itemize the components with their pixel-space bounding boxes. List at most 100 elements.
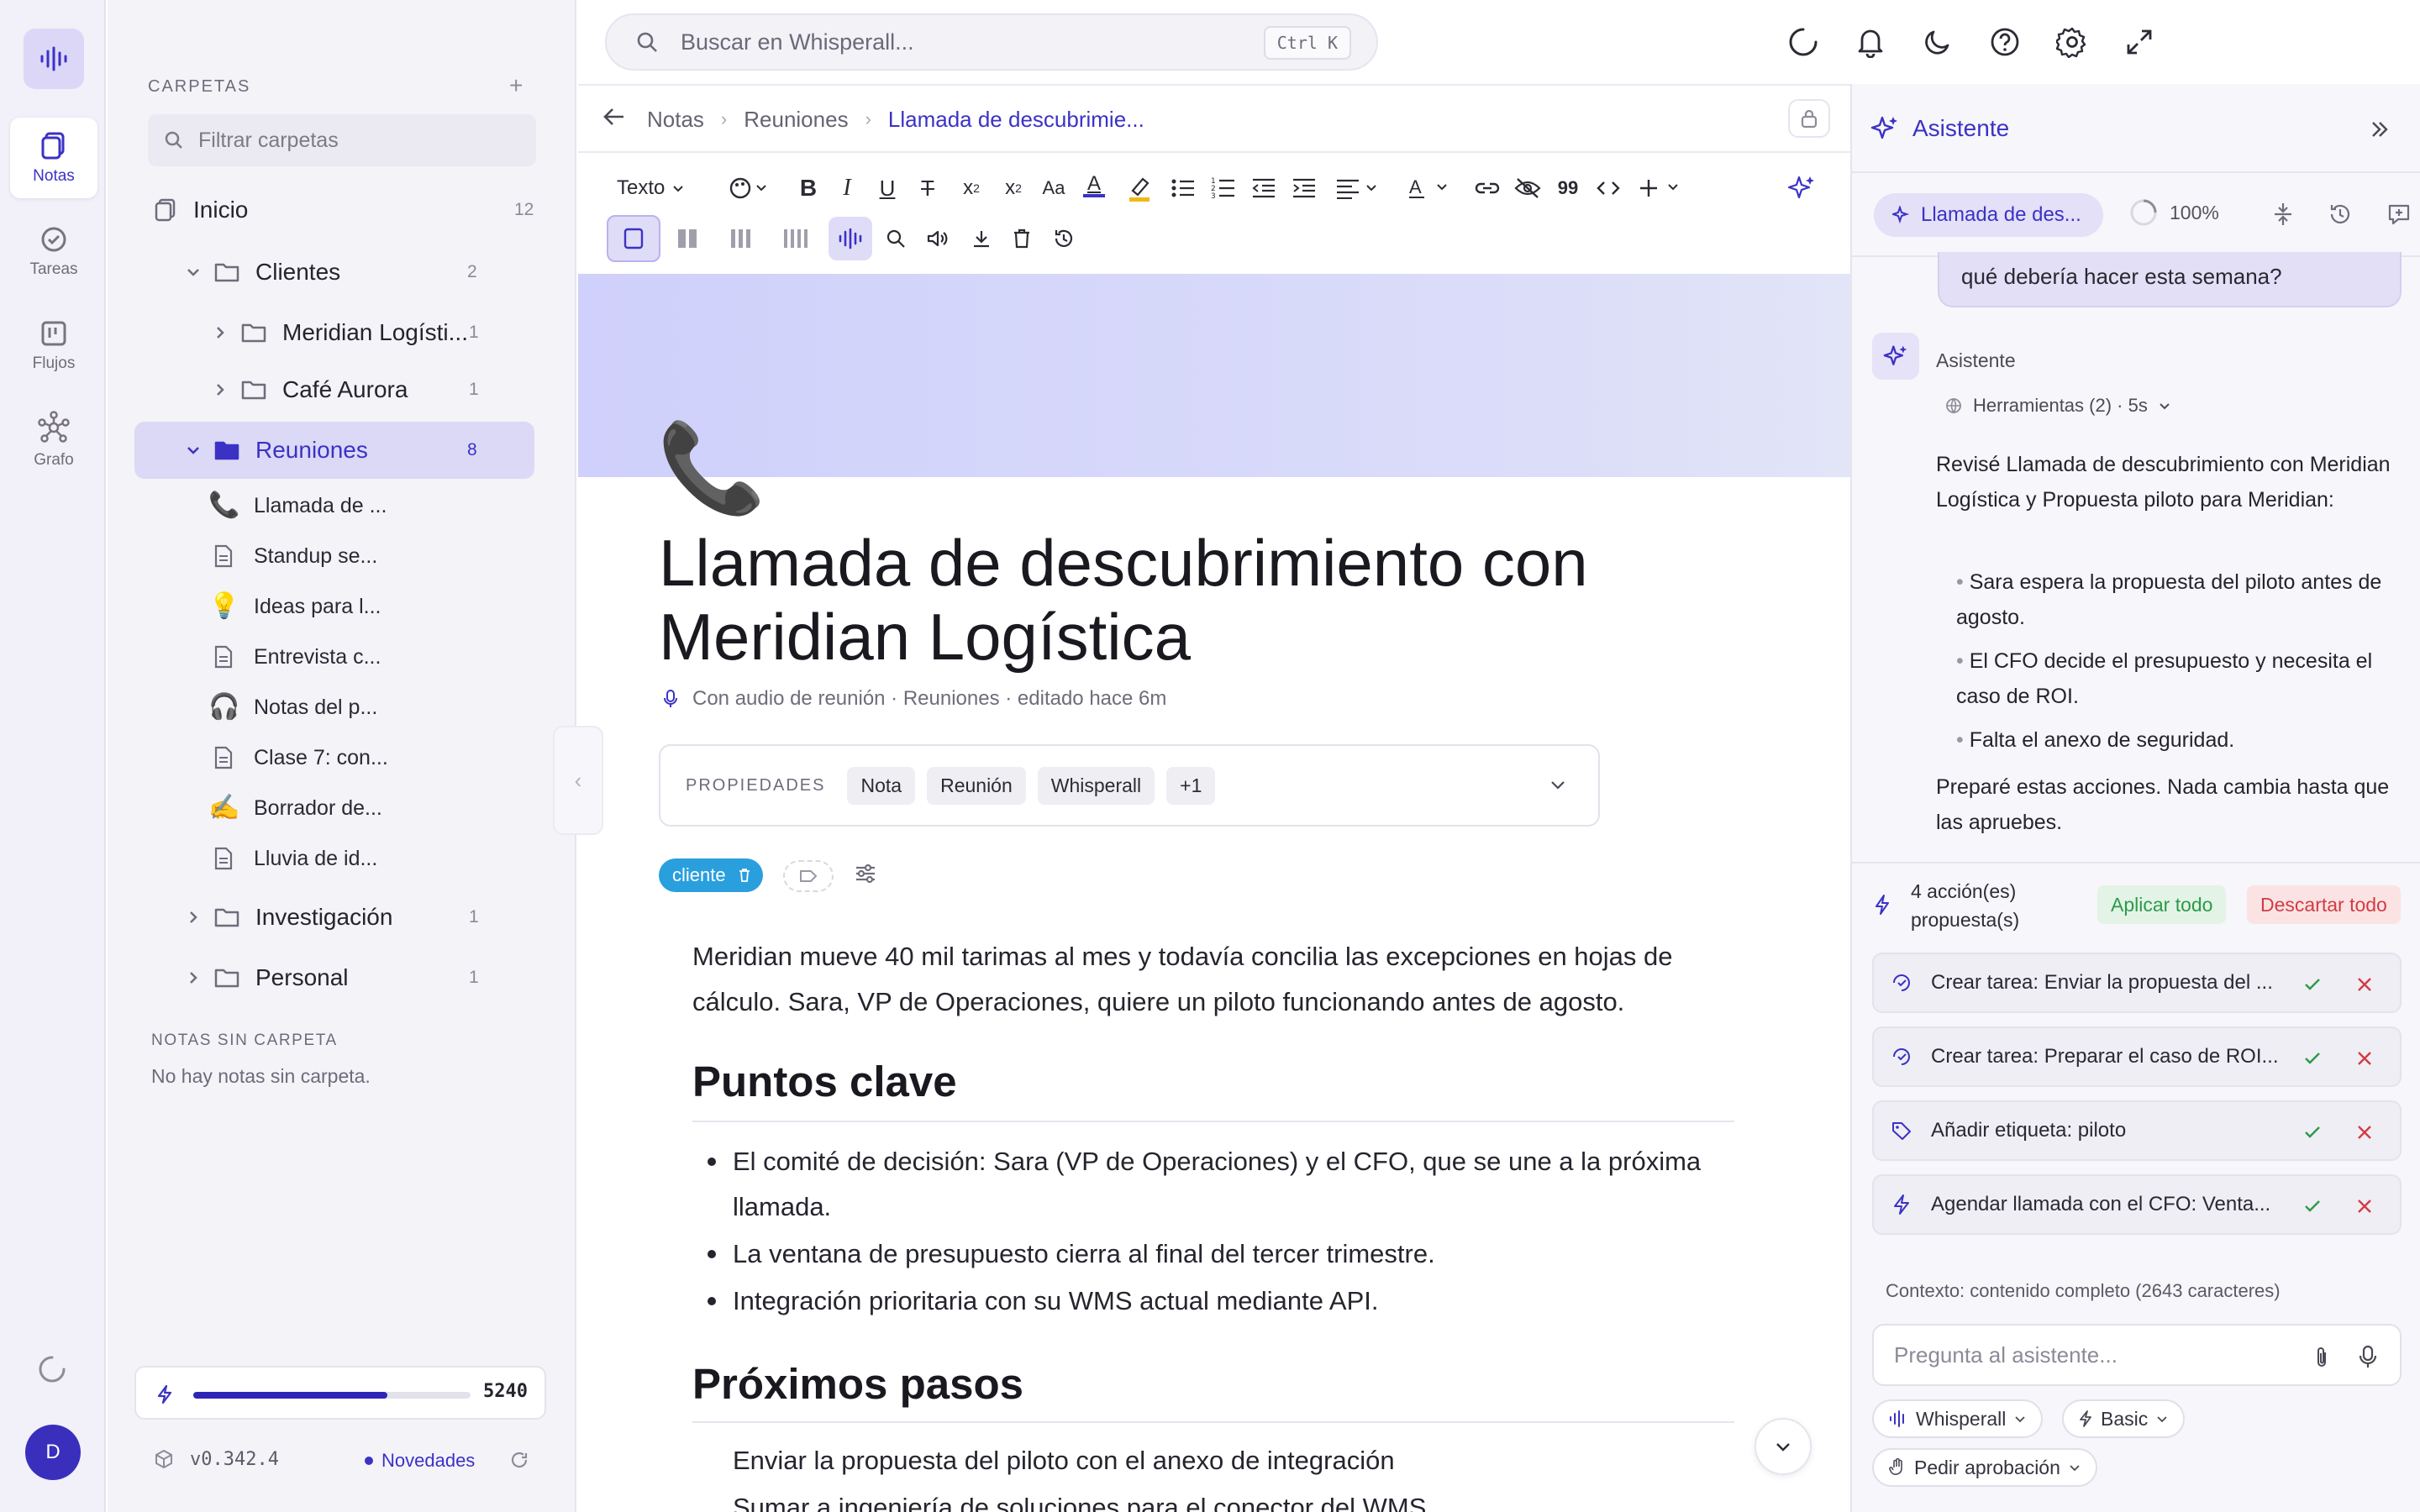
case-button[interactable]: Aa (1037, 171, 1071, 205)
list-item[interactable]: Enviar la propuesta del piloto con el an… (733, 1438, 1741, 1483)
breadcrumb-reuniones[interactable]: Reuniones (744, 107, 848, 133)
proposed-action[interactable]: Agendar llamada con el CFO: Venta... (1872, 1174, 2402, 1235)
indent-icon[interactable] (1289, 171, 1319, 205)
paperclip-icon[interactable] (2312, 1346, 2331, 1369)
lock-button[interactable] (1788, 99, 1830, 138)
search-icon[interactable] (881, 222, 911, 255)
text-style-dropdown[interactable]: Texto (617, 171, 685, 205)
collapse-sidebar-handle[interactable]: ‹ (553, 726, 603, 835)
chevron-right-icon[interactable] (208, 325, 232, 340)
sync-icon[interactable] (1786, 25, 1820, 59)
section-heading[interactable]: Próximos pasos (692, 1359, 1023, 1409)
proposed-action[interactable]: Añadir etiqueta: piloto (1872, 1100, 2402, 1161)
link-icon[interactable] (1472, 171, 1502, 205)
folder-filter-input[interactable]: Filtrar carpetas (148, 114, 536, 166)
note-item[interactable]: 🎧 Notas del p... (208, 685, 377, 729)
source-selector[interactable]: Whisperall (1872, 1399, 2044, 1438)
italic-button[interactable]: I (832, 171, 862, 205)
list-item[interactable]: Sumar a ingeniería de soluciones para el… (733, 1485, 1741, 1512)
underline-button[interactable]: U (872, 171, 902, 205)
model-selector[interactable]: Basic (2062, 1399, 2186, 1438)
gear-icon[interactable] (2055, 25, 2089, 59)
tree-item-inicio[interactable]: Inicio (153, 186, 248, 234)
tree-item-meridian[interactable]: Meridian Logísti... (208, 309, 468, 356)
code-icon[interactable] (1593, 171, 1623, 205)
back-arrow-icon[interactable] (602, 104, 627, 129)
insert-dropdown-icon[interactable] (1639, 171, 1686, 205)
cover-banner[interactable] (578, 274, 1850, 477)
property-chip[interactable]: Nota (847, 766, 916, 805)
strikethrough-button[interactable]: T (913, 171, 943, 205)
trash-icon[interactable] (1007, 222, 1037, 255)
section-heading[interactable]: Puntos clave (692, 1057, 957, 1106)
palette-icon[interactable] (726, 171, 773, 205)
text-color-icon[interactable]: A (1077, 168, 1111, 202)
note-item[interactable]: ✍️ Borrador de... (208, 786, 382, 830)
speaker-icon[interactable] (923, 222, 953, 255)
bell-icon[interactable] (1854, 25, 1887, 59)
tree-item-clientes[interactable]: Clientes (182, 249, 340, 296)
approval-mode-selector[interactable]: Pedir aprobación (1872, 1448, 2097, 1487)
approve-check-icon[interactable] (2302, 974, 2323, 995)
tree-item-investigacion[interactable]: Investigación (182, 894, 392, 941)
outdent-icon[interactable] (1249, 171, 1279, 205)
properties-panel[interactable]: PROPIEDADES Nota Reunión Whisperall +1 (659, 744, 1600, 827)
user-avatar[interactable]: D (25, 1425, 81, 1480)
property-chip-more[interactable]: +1 (1166, 766, 1216, 805)
discard-all-button[interactable]: Descartar todo (2247, 885, 2401, 924)
compress-icon[interactable] (2272, 202, 2294, 227)
apply-all-button[interactable]: Aplicar todo (2097, 885, 2227, 924)
proposed-action[interactable]: Crear tarea: Preparar el caso de ROI... (1872, 1026, 2402, 1087)
layout-3-columns-icon[interactable] (726, 222, 756, 255)
quote-icon[interactable]: 99 (1553, 171, 1583, 205)
breadcrumb-current[interactable]: Llamada de descubrimie... (888, 107, 1144, 133)
list-item[interactable]: Integración prioritaria con su WMS actua… (708, 1278, 1741, 1324)
chevron-right-icon[interactable] (182, 970, 205, 985)
rail-tasks[interactable]: Tareas (10, 212, 97, 292)
help-icon[interactable] (1988, 25, 2022, 59)
note-item[interactable]: 💡 Ideas para l... (208, 585, 381, 628)
rail-notes[interactable]: Notas (10, 118, 97, 198)
tools-summary[interactable]: Herramientas (2) · 5s (1944, 395, 2171, 417)
credits-meter[interactable]: 5240 (134, 1366, 546, 1420)
bold-button[interactable]: B (793, 171, 823, 205)
note-emoji-large[interactable]: 📞 (657, 425, 766, 512)
chevron-down-icon[interactable] (182, 265, 205, 280)
highlighter-icon[interactable] (1123, 171, 1156, 205)
assistant-input[interactable]: Pregunta al asistente... (1872, 1324, 2402, 1386)
note-item[interactable]: Lluvia de id... (208, 837, 377, 880)
trash-icon[interactable] (738, 868, 751, 883)
note-item[interactable]: 📞 Llamada de ... (208, 484, 387, 528)
context-note-chip[interactable]: Llamada de des... (1874, 193, 2103, 237)
news-link[interactable]: Novedades (365, 1450, 475, 1472)
list-item[interactable]: La ventana de presupuesto cierra al fina… (708, 1231, 1741, 1277)
reject-x-icon[interactable] (2354, 1048, 2375, 1068)
sliders-icon[interactable] (854, 862, 877, 885)
collapse-panel-icon[interactable] (2368, 118, 2391, 141)
waveform-button[interactable] (829, 217, 872, 260)
tree-item-cafe-aurora[interactable]: Café Aurora (208, 366, 408, 413)
tree-item-reuniones[interactable]: Reuniones (182, 427, 368, 474)
ai-sparkle-icon[interactable] (1785, 171, 1818, 205)
tree-item-personal[interactable]: Personal (182, 954, 349, 1001)
property-chip[interactable]: Reunión (927, 766, 1026, 805)
superscript-button[interactable]: x2 (997, 171, 1030, 205)
subscript-button[interactable]: x2 (955, 171, 988, 205)
microphone-icon[interactable] (2358, 1344, 2378, 1369)
rail-graph[interactable]: Grafo (10, 400, 97, 480)
layout-1-column-icon[interactable] (618, 222, 649, 255)
layout-2-columns-icon[interactable] (672, 222, 702, 255)
note-title[interactable]: Llamada de descubrimiento con Meridian L… (659, 526, 1701, 674)
approve-check-icon[interactable] (2302, 1122, 2323, 1142)
property-chip[interactable]: Whisperall (1037, 766, 1155, 805)
scroll-down-button[interactable] (1754, 1418, 1812, 1475)
note-item[interactable]: Clase 7: con... (208, 736, 388, 780)
history-icon[interactable] (2328, 202, 2353, 227)
hide-icon[interactable] (1512, 171, 1543, 205)
font-color-dropdown[interactable]: A (1407, 171, 1454, 205)
approve-check-icon[interactable] (2302, 1196, 2323, 1216)
align-dropdown-icon[interactable] (1334, 171, 1381, 205)
reject-x-icon[interactable] (2354, 1122, 2375, 1142)
chevron-right-icon[interactable] (208, 382, 232, 397)
download-icon[interactable] (966, 222, 997, 255)
